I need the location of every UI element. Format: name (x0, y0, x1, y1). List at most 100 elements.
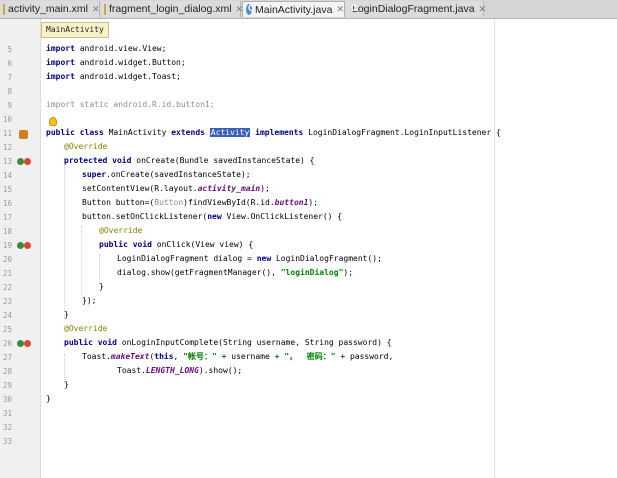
code-text: ).show(); (198, 366, 243, 375)
static-field: activity_main (197, 184, 261, 193)
line-number: 9 (7, 101, 12, 110)
xml-file-icon (3, 3, 5, 15)
lightbulb-icon[interactable] (49, 117, 57, 126)
code-text: )findViewById(R.id. (183, 198, 275, 207)
line-number: 31 (2, 409, 12, 418)
code-line-24[interactable]: } (64, 310, 69, 320)
breadcrumb[interactable]: MainActivity (41, 22, 109, 38)
code-line-14[interactable]: super.onCreate(savedInstanceState); (82, 170, 251, 180)
line-number: 16 (2, 199, 12, 208)
tab-activity-main-xml[interactable]: activity_main.xml ✕ (0, 1, 100, 17)
line-number: 22 (2, 283, 12, 292)
selected-text: Activity (209, 128, 251, 137)
line-number: 15 (2, 185, 12, 194)
keyword: new (207, 212, 222, 221)
code-text: button.setOnClickListener( (82, 212, 208, 221)
code-line-12[interactable]: @Override (64, 142, 107, 152)
line-number: 18 (2, 227, 12, 236)
code-line-23[interactable]: }); (82, 296, 96, 306)
class-icon[interactable] (19, 130, 28, 139)
line-number: 25 (2, 325, 12, 334)
override-icon[interactable] (17, 158, 24, 165)
code-text: onLoginInputComplete(String username, St… (116, 338, 392, 347)
implement-arrow-icon[interactable] (24, 242, 31, 249)
keyword: public class (46, 128, 104, 137)
code-line-30[interactable]: } (46, 394, 51, 404)
static-method: makeText (110, 352, 150, 361)
keyword: this (154, 352, 174, 361)
code-line-28[interactable]: Toast.LENGTH_LONG).show(); (117, 366, 242, 376)
line-number: 33 (2, 437, 12, 446)
keyword: import (46, 72, 75, 81)
tab-login-dialog-fragment-java[interactable]: LoginDialogFragment.java ✕ (346, 1, 487, 17)
keyword: new (256, 254, 272, 263)
line-number: 17 (2, 213, 12, 222)
code-line-5[interactable]: import android.view.View; (46, 44, 166, 54)
line-number: 5 (7, 45, 12, 54)
tab-label: LoginDialogFragment.java (352, 3, 475, 15)
code-line-16[interactable]: Button button=(Button)findViewById(R.id.… (82, 198, 318, 208)
code-line-11[interactable]: public class MainActivity extends Activi… (46, 128, 501, 138)
tab-fragment-login-dialog-xml[interactable]: fragment_login_dialog.xml ✕ (101, 1, 243, 17)
code-text: + password, (335, 352, 394, 361)
code-text: ); (343, 268, 354, 277)
keyword: super (82, 170, 107, 179)
code-line-19[interactable]: public void onClick(View view) { (99, 240, 253, 250)
line-number: 32 (2, 423, 12, 432)
code-line-26[interactable]: public void onLoginInputComplete(String … (64, 338, 392, 348)
line-number: 8 (7, 87, 12, 96)
string-literal: "， 密码：" (284, 352, 336, 361)
tab-main-activity-java[interactable]: MainActivity.java ✕ (242, 1, 345, 17)
close-icon[interactable]: ✕ (92, 4, 100, 15)
code-text: LoginDialogFragment.LoginInputListener { (303, 128, 501, 137)
code-line-13[interactable]: protected void onCreate(Bundle savedInst… (64, 156, 314, 166)
code-line-7[interactable]: import android.widget.Toast; (46, 72, 181, 82)
line-number: 28 (2, 367, 12, 376)
xml-file-icon (104, 3, 106, 15)
code-line-17[interactable]: button.setOnClickListener(new View.OnCli… (82, 212, 342, 222)
right-margin-guide (494, 19, 495, 478)
override-arrow-icon[interactable] (24, 158, 31, 165)
code-line-29[interactable]: } (64, 380, 69, 390)
code-text: , (173, 352, 184, 361)
code-line-15[interactable]: setContentView(R.layout.activity_main); (82, 184, 270, 194)
code-line-20[interactable]: LoginDialogFragment dialog = new LoginDi… (117, 254, 382, 264)
code-text: onClick(View view) { (151, 240, 254, 249)
code-line-21[interactable]: dialog.show(getFragmentManager(), "login… (117, 268, 353, 278)
code-line-6[interactable]: import android.widget.Button; (46, 58, 186, 68)
code-line-25[interactable]: @Override (64, 324, 107, 334)
tab-label: activity_main.xml (8, 3, 88, 15)
code-text: + username + (216, 352, 285, 361)
implement-icon[interactable] (17, 340, 24, 347)
line-number: 20 (2, 255, 12, 264)
keyword: import (46, 44, 75, 53)
code-text: .onCreate(savedInstanceState); (106, 170, 251, 179)
line-number: 24 (2, 311, 12, 320)
implement-icon[interactable] (17, 242, 24, 249)
keyword: implements (255, 128, 304, 137)
code-line-18[interactable]: @Override (99, 226, 142, 236)
code-text: ); (260, 184, 270, 193)
keyword: import (46, 58, 75, 67)
code-line-27[interactable]: Toast.makeText(this, "帐号：" + username + … (82, 352, 393, 362)
line-number: 21 (2, 269, 12, 278)
close-icon[interactable]: ✕ (479, 4, 487, 15)
code-text: View.OnClickListener() { (221, 212, 343, 221)
code-line-9[interactable]: import static android.R.id.button1; (46, 100, 215, 110)
indent-guide (99, 254, 100, 284)
code-text: LoginDialogFragment(); (271, 254, 382, 263)
line-number: 27 (2, 353, 12, 362)
line-number: 10 (2, 115, 12, 124)
keyword: public void (99, 240, 152, 249)
line-number: 14 (2, 171, 12, 180)
line-number: 26 (2, 339, 12, 348)
code-text: ); (308, 198, 319, 207)
code-text: android.widget.Button; (74, 58, 186, 67)
code-line-22[interactable]: } (99, 282, 104, 292)
string-literal: "loginDialog" (280, 268, 344, 277)
code-text: android.widget.Toast; (74, 72, 181, 81)
implement-arrow-icon[interactable] (24, 340, 31, 347)
line-number: 30 (2, 395, 12, 404)
code-text: Button button=( (82, 198, 155, 207)
close-icon[interactable]: ✕ (336, 4, 344, 15)
